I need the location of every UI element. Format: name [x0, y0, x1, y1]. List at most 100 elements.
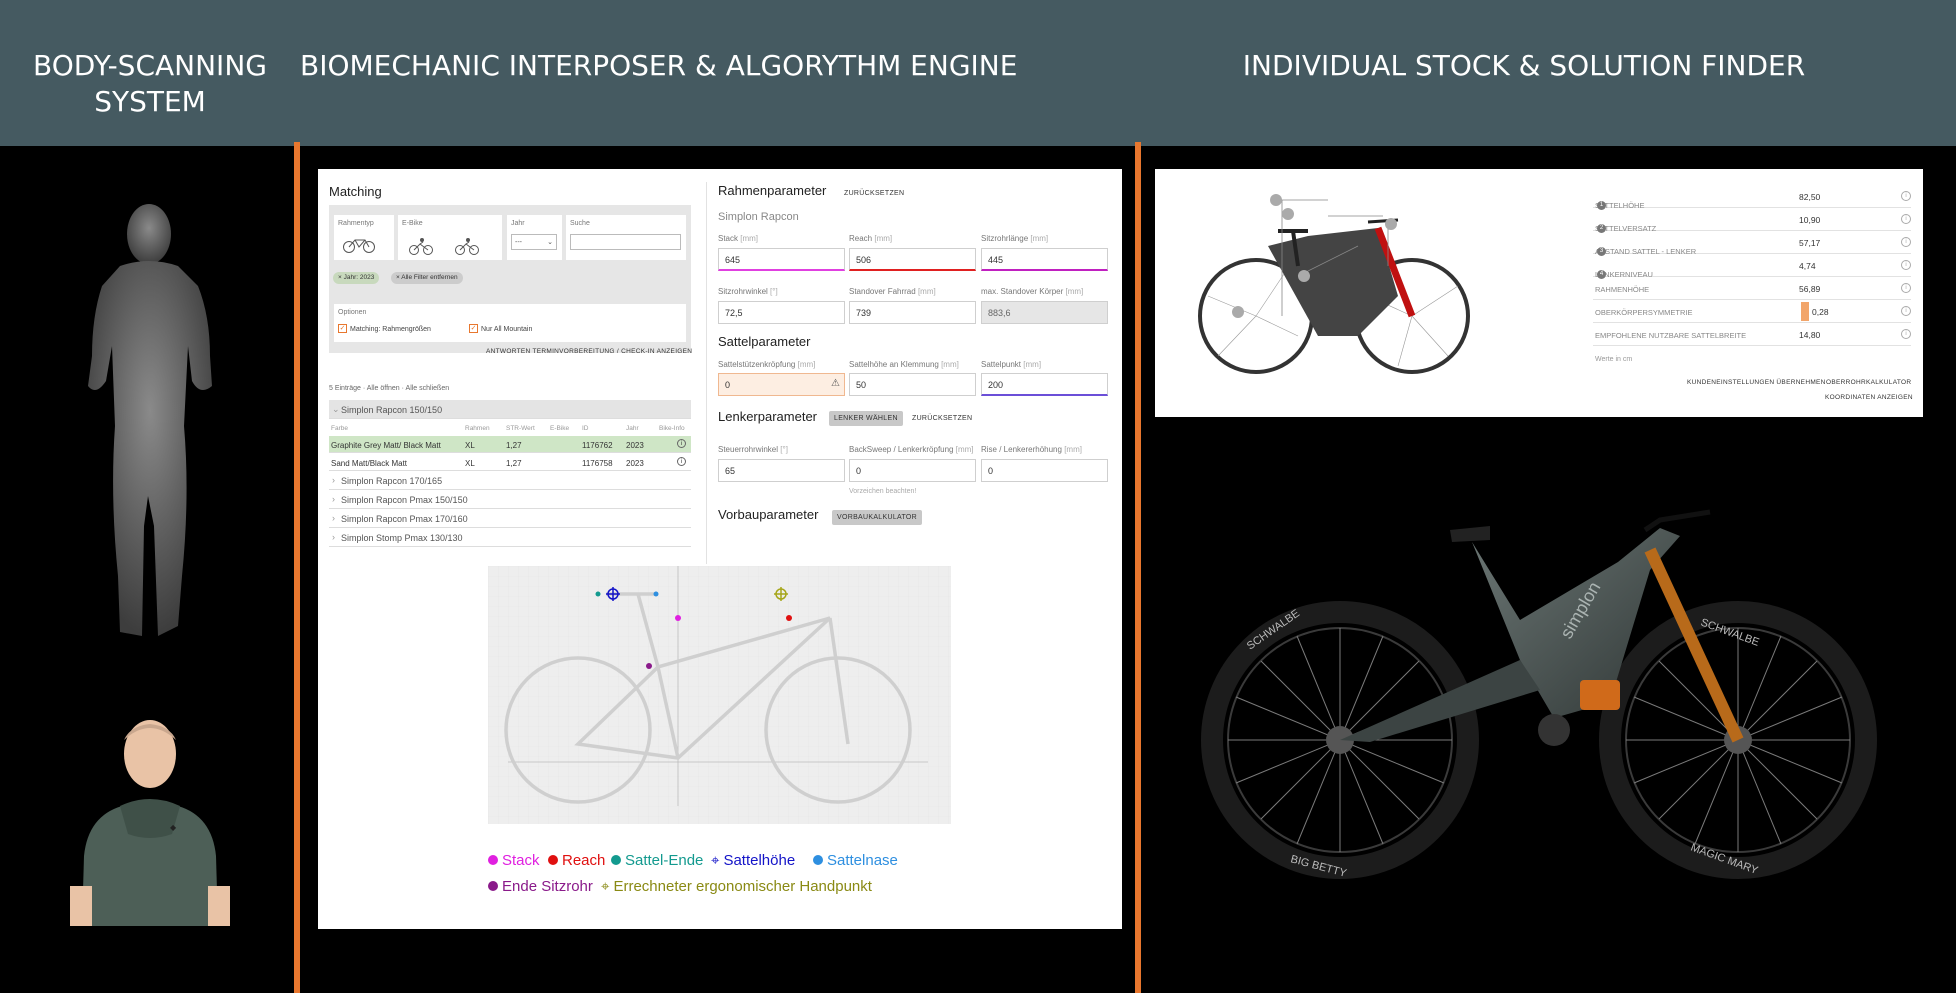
info-icon[interactable]: i — [1901, 306, 1911, 316]
info-icon[interactable]: i — [1901, 329, 1911, 339]
max-standover-input: 883,6 — [981, 301, 1108, 324]
sattelstuetzenkroepfung-label: Sattelstützenkröpfung [mm] — [718, 360, 816, 369]
standover-fahrrad-input[interactable]: 739 — [849, 301, 976, 324]
group-label: Simplon Stomp Pmax 130/130 — [341, 533, 463, 543]
steuerrohrwinkel-input[interactable]: 65 — [718, 459, 845, 482]
entries-controls[interactable]: 5 Einträge · Alle öffnen · Alle schließe… — [329, 385, 449, 392]
option-all-mountain-checkbox[interactable]: ✓ — [469, 324, 478, 333]
jahr-select[interactable]: --- ⌄ — [511, 234, 557, 250]
legend-stack-label: Stack — [502, 852, 540, 869]
chip-year[interactable]: × Jahr: 2023 — [333, 272, 380, 284]
th-ebike: E-Bike — [550, 425, 570, 432]
info-icon[interactable]: i — [1901, 191, 1911, 201]
rahmentyp-filter[interactable]: Rahmentyp — [334, 215, 394, 260]
chip-clear-filters[interactable]: × Alle Filter entfernen — [391, 272, 463, 284]
info-icon[interactable]: i — [677, 439, 686, 448]
info-icon[interactable]: i — [1901, 237, 1911, 247]
cell-rahmen: XL — [465, 459, 475, 468]
th-id: ID — [582, 425, 589, 432]
rahmentyp-label: Rahmentyp — [338, 220, 374, 227]
banner-title-biomechanic: BIOMECHANIC INTERPOSER & ALGORYTHM ENGIN… — [300, 49, 1018, 82]
sitzrohrlaenge-input[interactable]: 445 — [981, 248, 1108, 271]
rise-input[interactable]: 0 — [981, 459, 1108, 482]
measure-row-lenkerniveau: LENKERNIVEAU 4 4,74 i — [1593, 254, 1911, 279]
group-label: Simplon Rapcon 170/165 — [341, 476, 443, 486]
bike-measurement-diagram — [1198, 194, 1470, 374]
group-rapcon-150[interactable]: ⌄ Simplon Rapcon 150/150 — [329, 400, 691, 419]
measure-value: 57,17 — [1799, 238, 1821, 248]
option-rahmengroessen-label: Matching: Rahmengrößen — [350, 326, 431, 333]
stack-label: Stack [mm] — [718, 234, 759, 243]
symmetry-bar — [1801, 302, 1809, 321]
dot-icon — [611, 855, 621, 865]
rahmen-reset-button[interactable]: ZURÜCKSETZEN — [844, 190, 904, 197]
backsweep-input[interactable]: 0 — [849, 459, 976, 482]
standover-fahrrad-label: Standover Fahrrad [mm] — [849, 287, 936, 296]
ebike-label: E-Bike — [402, 220, 423, 227]
body-scan-silhouette — [88, 204, 212, 636]
jahr-label: Jahr — [511, 220, 525, 227]
th-str: STR-Wert — [506, 425, 535, 432]
sattelpunkt-input[interactable]: 200 — [981, 373, 1108, 396]
table-row[interactable]: Graphite Grey Matt/ Black Matt XL 1,27 1… — [329, 436, 691, 453]
sitzrohrwinkel-label: Sitzrohrwinkel [°] — [718, 287, 778, 296]
lenker-reset-button[interactable]: ZURÜCKSETZEN — [912, 415, 972, 422]
sattelstuetzenkroepfung-input[interactable]: 0 ⚠ — [718, 373, 845, 396]
legend-ende-sitzrohr-label: Ende Sitzrohr — [502, 878, 593, 895]
reach-input[interactable]: 506 — [849, 248, 976, 271]
lenker-waehlen-button[interactable]: LENKER WÄHLEN — [829, 411, 903, 426]
svg-text:◆: ◆ — [170, 823, 177, 832]
dot-icon — [813, 855, 823, 865]
option-rahmengroessen-checkbox[interactable]: ✓ — [338, 324, 347, 333]
th-bike-info: Bike-Info — [659, 425, 685, 432]
oberrohrkalkulator-button[interactable]: OBERROHRKALKULATOR — [1826, 379, 1911, 386]
suche-input[interactable] — [570, 234, 681, 250]
lenkerparameter-title: Lenkerparameter — [718, 409, 817, 424]
sattelhoehe-klemmung-input[interactable]: 50 — [849, 373, 976, 396]
vorbaukalkulator-button[interactable]: VORBAUKALKULATOR — [832, 510, 923, 525]
chevron-right-icon: › — [332, 475, 335, 485]
table-row[interactable]: Sand Matt/Black Matt XL 1,27 1176758 202… — [329, 454, 691, 471]
group-rapcon-150-label: Simplon Rapcon 150/150 — [341, 405, 443, 415]
jahr-filter: Jahr --- ⌄ — [507, 215, 562, 260]
divider-left — [294, 142, 300, 993]
info-icon[interactable]: i — [1901, 260, 1911, 270]
vorzeichen-hint: Vorzeichen beachten! — [849, 488, 917, 495]
table-header-row: Farbe Rahmen STR-Wert E-Bike ID Jahr Bik… — [329, 420, 691, 437]
chevron-right-icon: › — [332, 494, 335, 504]
chip-clear-text: Alle Filter entfernen — [401, 274, 458, 281]
koordinaten-button[interactable]: KOORDINATEN ANZEIGEN — [1825, 394, 1913, 401]
group-stomp-pmax-130[interactable]: › Simplon Stomp Pmax 130/130 — [329, 528, 691, 547]
cell-id: 1176758 — [582, 459, 613, 468]
kundeneinstellungen-button[interactable]: KUNDENEINSTELLUNGEN ÜBERNEHMEN — [1687, 379, 1826, 386]
legend-sattel-ende: Sattel-Ende — [611, 852, 703, 869]
max-standover-label: max. Standover Körper [mm] — [981, 287, 1084, 296]
ende-sitzrohr-point — [646, 663, 652, 669]
measure-value: 0,28 — [1812, 307, 1829, 317]
sattelnase-point — [653, 591, 659, 597]
measure-label: EMPFOHLENE NUTZBARE SATTELBREITE — [1595, 331, 1747, 340]
sattelstuetzenkroepfung-value: 0 — [725, 380, 731, 390]
stack-input[interactable]: 645 — [718, 248, 845, 271]
dot-icon — [488, 855, 498, 865]
legend-handpunkt: ⌖ Errechneter ergonomischer Handpunkt — [601, 878, 872, 895]
sitzrohrwinkel-input[interactable]: 72,5 — [718, 301, 845, 324]
answers-checkin-link[interactable]: ANTWORTEN TERMINVORBEREITUNG / CHECK-IN … — [486, 348, 692, 355]
legend-sattelhoehe-label: Sattelhöhe — [723, 852, 796, 869]
group-rapcon-pmax-170[interactable]: › Simplon Rapcon Pmax 170/160 — [329, 509, 691, 528]
crosshair-icon: ⌖ — [711, 852, 720, 869]
warning-icon: ⚠ — [831, 378, 840, 389]
group-rapcon-170[interactable]: › Simplon Rapcon 170/165 — [329, 471, 691, 490]
banner-title-body-scanning: BODY-SCANNING SYSTEM — [33, 49, 267, 118]
options-box: Optionen ✓ Matching: Rahmengrößen ✓ Nur … — [334, 304, 686, 342]
vorbauparameter-title: Vorbauparameter — [718, 507, 819, 522]
measure-label: OBERKÖRPERSYMMETRIE — [1595, 308, 1693, 317]
ebike-filter[interactable]: E-Bike — [398, 215, 502, 260]
group-rapcon-pmax-150[interactable]: › Simplon Rapcon Pmax 150/150 — [329, 490, 691, 509]
cell-str: 1,27 — [506, 459, 522, 468]
info-icon[interactable]: i — [1901, 214, 1911, 224]
suche-label: Suche — [570, 220, 590, 227]
info-icon[interactable]: i — [1901, 283, 1911, 293]
legend-sattelnase: Sattelnase — [813, 852, 898, 869]
info-icon[interactable]: i — [677, 457, 686, 466]
